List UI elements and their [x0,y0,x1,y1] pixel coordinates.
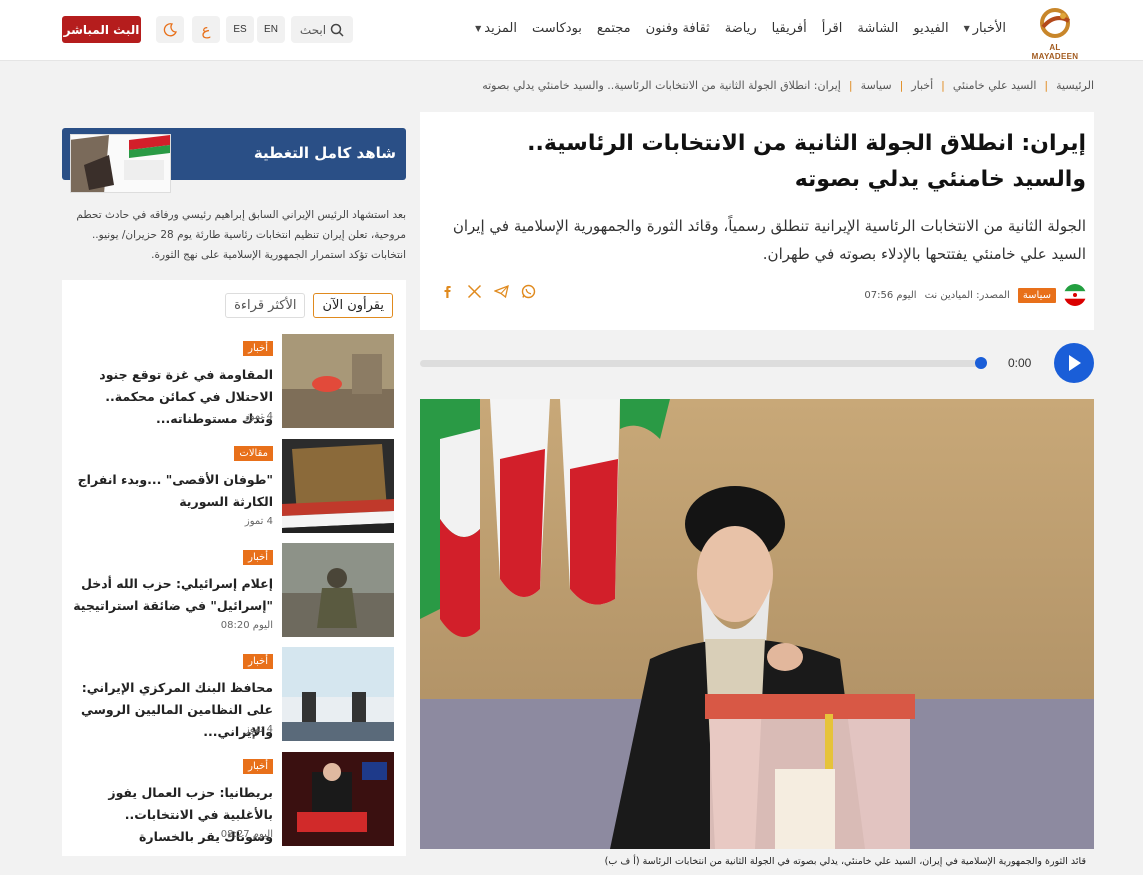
breadcrumb-current: إيران: انطلاق الجولة الثانية من الانتخاب… [482,79,841,92]
nav-item-africa[interactable]: أفريقيا [772,21,807,36]
news-title[interactable]: إعلام إسرائيلي: حزب الله أدخل "إسرائيل" … [73,573,273,617]
breadcrumb-politics[interactable]: سياسة [861,79,892,92]
news-title[interactable]: "طوفان الأقصى" ...وبدء انفراج الكارثة ال… [73,469,273,513]
chevron-down-icon: ▼ [475,24,482,33]
dark-mode-toggle[interactable] [156,16,184,43]
article-photo [420,399,1094,849]
coverage-thumbnail [70,134,171,193]
logo-text: AL MAYADEEN [1031,43,1079,61]
news-thumbnail [282,543,394,637]
breadcrumb-separator: | [1044,79,1049,92]
site-logo[interactable]: AL MAYADEEN [1025,7,1085,61]
news-title[interactable]: المقاومة في غزة توقع جنود الاحتلال في كم… [73,364,273,430]
tab-reading-now[interactable]: يقرأون الآن [313,293,393,318]
iran-flag-icon [1064,284,1086,306]
coverage-banner[interactable]: شاهد كامل التغطية [62,128,406,193]
search-button[interactable]: ابحث [291,16,353,43]
logo-mark-icon [1040,8,1070,38]
play-button[interactable] [1054,343,1094,383]
breadcrumb-separator: | [941,79,945,92]
news-thumbnail [282,439,394,533]
list-item[interactable]: أخبار إعلام إسرائيلي: حزب الله أدخل "إسر… [72,543,394,637]
player-time: 0:00 [1008,356,1032,370]
news-thumbnail [282,647,394,741]
popular-tabs: يقرأون الآن الأكثر قراءة [225,293,393,318]
tab-most-read[interactable]: الأكثر قراءة [225,293,306,318]
image-caption: قائد الثورة والجمهورية الإسلامية في إيرا… [604,856,1086,867]
news-date: اليوم 08:20 [220,620,273,631]
search-icon [330,23,344,37]
news-title[interactable]: محافظ البنك المركزي الإيراني: على النظام… [73,677,273,743]
main-nav: الأخبار ▼ الفيديو الشاشة اقرأ أفريقيا ريا… [460,21,1006,36]
article-time: اليوم 07:56 [864,289,917,301]
article-main-image [420,399,1094,849]
nav-item-sports[interactable]: رياضة [725,21,757,36]
article-title: إيران: انطلاق الجولة الثانية من الانتخاب… [527,131,1086,192]
breadcrumb-khamenei[interactable]: السيد علي خامنئي [953,79,1037,92]
article-meta: سياسة المصدر: الميادين نت اليوم 07:56 [864,284,1086,306]
news-badge: أخبار [243,550,273,565]
news-date: 4 تموز [244,516,273,527]
news-date: 4 تموز [244,411,273,422]
lang-es-button[interactable]: ES [226,16,254,43]
category-badge[interactable]: سياسة [1017,287,1056,303]
popular-panel: يقرأون الآن الأكثر قراءة أخبار المقاومة … [62,280,406,856]
nav-item-more[interactable]: المزيد ▼ [475,21,517,36]
breadcrumb-separator: | [848,79,853,92]
news-badge: أخبار [243,759,273,774]
list-item[interactable]: أخبار بريطانيا: حزب العمال يفوز بالأغلبي… [72,752,394,846]
telegram-icon[interactable] [494,284,509,299]
coverage-title: شاهد كامل التغطية [253,144,396,162]
news-thumbnail [282,334,394,428]
article-lead: الجولة الثانية من الانتخابات الرئاسية ال… [452,217,1086,263]
nav-item-news[interactable]: الأخبار ▼ [964,21,1006,36]
nav-item-screen[interactable]: الشاشة [857,21,898,36]
list-item[interactable]: أخبار المقاومة في غزة توقع جنود الاحتلال… [72,334,394,428]
lang-en-button[interactable]: EN [257,16,285,43]
news-date: 4 تموز [244,724,273,735]
list-item[interactable]: مقالات "طوفان الأقصى" ...وبدء انفراج الك… [72,439,394,533]
coverage-description: بعد استشهاد الرئيس الإيراني السابق إبراه… [76,209,406,261]
whatsapp-icon[interactable] [521,284,536,299]
nav-item-read[interactable]: اقرأ [822,21,843,36]
audio-player: 0:00 [420,340,1094,386]
moon-icon [163,22,177,36]
live-stream-button[interactable]: البث المباشر [62,16,141,43]
list-item[interactable]: أخبار محافظ البنك المركزي الإيراني: على … [72,647,394,741]
share-bar [440,284,536,299]
facebook-icon[interactable] [440,284,455,299]
breadcrumb-separator: | [899,79,904,92]
nav-item-culture[interactable]: ثقافة وفنون [646,21,710,36]
breadcrumb-news[interactable]: أخبار [911,79,933,92]
nav-item-podcast[interactable]: بودكاست [532,21,582,36]
nav-item-society[interactable]: مجتمع [597,21,631,36]
article-header: إيران: انطلاق الجولة الثانية من الانتخاب… [420,112,1094,330]
player-progress-handle[interactable] [975,357,987,369]
news-badge: أخبار [243,341,273,356]
news-badge: أخبار [243,654,273,669]
play-icon [1069,355,1081,371]
news-date: اليوم 08:27 [220,829,273,840]
site-header: AL MAYADEEN الأخبار ▼ الفيديو الشاشة اقرأ… [0,0,1143,61]
article-source: المصدر: الميادين نت [924,289,1010,301]
breadcrumb-home[interactable]: الرئيسية [1056,79,1094,92]
search-label: ابحث [299,22,327,37]
x-icon[interactable] [467,284,482,299]
news-thumbnail [282,752,394,846]
chevron-down-icon: ▼ [963,24,970,33]
player-progress-track[interactable] [420,357,987,369]
nav-item-video[interactable]: الفيديو [913,21,948,36]
news-badge: مقالات [234,446,273,461]
breadcrumb: الرئيسية | السيد علي خامنئي | أخبار | سي… [482,79,1094,92]
lang-ar-button[interactable]: ع [192,16,220,43]
